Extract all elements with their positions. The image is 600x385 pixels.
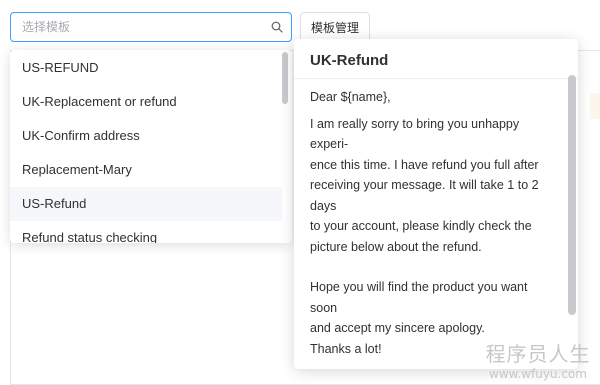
- template-option-hovered[interactable]: US-Refund: [10, 187, 282, 221]
- preview-title: UK-Refund: [310, 52, 389, 69]
- watermark-title: 程序员人生: [485, 342, 591, 366]
- template-option[interactable]: UK-Confirm address: [10, 119, 282, 153]
- preview-line: Hope you will find the product you want …: [310, 280, 528, 315]
- preview-greeting: Dear ${name},: [310, 90, 391, 104]
- search-icon: [271, 21, 283, 33]
- preview-scrollbar[interactable]: [568, 75, 576, 315]
- template-preview-popover: UK-Refund Dear ${name}, I am really sorr…: [294, 39, 578, 369]
- background-highlight-row: [590, 93, 600, 119]
- template-option[interactable]: US-REFUND: [10, 51, 282, 85]
- preview-divider: [294, 78, 578, 79]
- preview-paragraph: I am really sorry to bring you unhappy e…: [310, 114, 558, 258]
- watermark: 程序员人生 www.wfuyu.com: [476, 338, 600, 381]
- template-dropdown: US-REFUND UK-Replacement or refund UK-Co…: [10, 50, 292, 243]
- dropdown-scrollbar[interactable]: [282, 52, 288, 104]
- template-option[interactable]: Refund status checking: [10, 221, 282, 243]
- template-manage-button[interactable]: 模板管理: [300, 12, 370, 42]
- template-search-input[interactable]: [22, 20, 271, 34]
- preview-body: Dear ${name}, I am really sorry to bring…: [310, 87, 558, 359]
- preview-line: to your account, please kindly check the: [310, 219, 532, 233]
- preview-line: picture below about the refund.: [310, 239, 482, 254]
- template-option[interactable]: Replacement-Mary: [10, 153, 282, 187]
- preview-line: I am really sorry to bring you unhappy e…: [310, 116, 520, 152]
- watermark-url: www.wfuyu.com: [489, 367, 587, 381]
- preview-line: receiving your message. It will take 1 t…: [310, 178, 539, 213]
- template-select[interactable]: [10, 12, 292, 42]
- template-list: US-REFUND UK-Replacement or refund UK-Co…: [10, 51, 292, 243]
- template-option[interactable]: UK-Replacement or refund: [10, 85, 282, 119]
- preview-line: ence this time. I have refund you full a…: [310, 157, 539, 172]
- preview-line: and accept my sincere apology.: [310, 321, 485, 335]
